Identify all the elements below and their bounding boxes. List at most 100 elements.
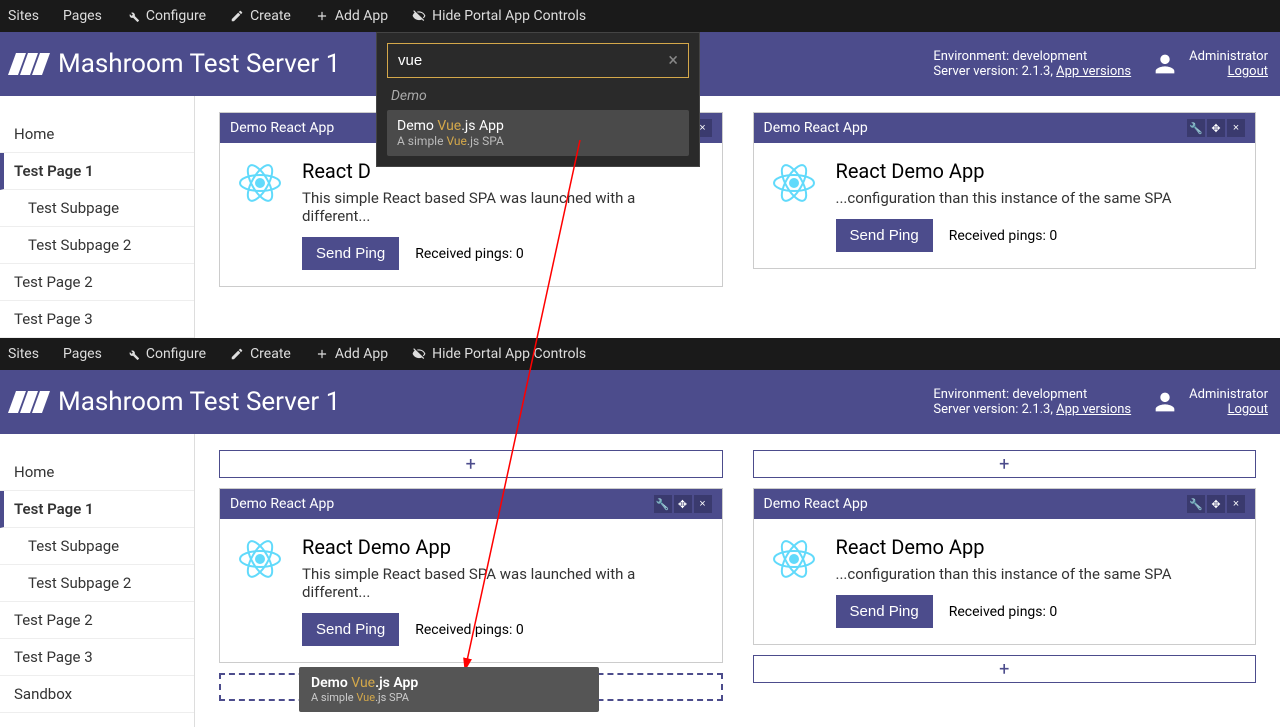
- send-ping-button[interactable]: Send Ping: [302, 237, 399, 270]
- content-top: Demo React App 🔧 ✥ × React D This simple…: [195, 96, 1280, 338]
- result-desc: A simple Vue.js SPA: [397, 134, 679, 148]
- search-input[interactable]: [398, 52, 668, 69]
- add-app-bar[interactable]: +: [219, 450, 723, 478]
- user-icon: [1151, 388, 1179, 416]
- close-button[interactable]: ×: [1227, 119, 1245, 137]
- portal-title: Mashroom Test Server 1: [58, 49, 340, 79]
- sidebar-item[interactable]: Test Page 3: [0, 301, 194, 338]
- sites-menu[interactable]: Sites: [8, 346, 39, 362]
- card-body: React Demo App This simple React based S…: [220, 519, 722, 662]
- logout-link[interactable]: Logout: [1227, 64, 1268, 79]
- add-app-bar[interactable]: +: [753, 450, 1257, 478]
- clear-icon[interactable]: ×: [668, 50, 678, 71]
- hide-controls-menu[interactable]: Hide Portal App Controls: [412, 346, 586, 362]
- user-text: Administrator Logout: [1189, 387, 1268, 417]
- sidebar-item[interactable]: Test Page 1: [0, 491, 194, 528]
- move-button[interactable]: ✥: [1207, 119, 1225, 137]
- create-menu[interactable]: Create: [230, 8, 291, 24]
- add-app-menu[interactable]: Add App: [315, 8, 388, 24]
- result-title: Demo Vue.js App: [397, 118, 679, 134]
- env-info: Environment: development Server version:…: [933, 387, 1131, 417]
- send-ping-button[interactable]: Send Ping: [302, 613, 399, 646]
- admin-toolbar: Sites Pages Configure Create Add App Hid…: [0, 0, 1280, 32]
- btn-row: Send Ping Received pings: 0: [302, 237, 706, 270]
- pings-label: Received pings: 0: [415, 246, 524, 262]
- move-button[interactable]: ✥: [674, 495, 692, 513]
- pages-menu[interactable]: Pages: [63, 346, 102, 362]
- col-left-bottom: + Demo React App 🔧 ✥ × React Demo App: [219, 450, 723, 711]
- sidebar-item[interactable]: Home: [0, 454, 194, 491]
- sidebar-item[interactable]: Test Page 1: [0, 153, 194, 190]
- react-icon: [770, 535, 818, 583]
- close-button[interactable]: ×: [1227, 495, 1245, 513]
- header-right: Environment: development Server version:…: [933, 49, 1268, 79]
- plus-icon: [315, 347, 329, 361]
- send-ping-button[interactable]: Send Ping: [836, 219, 933, 252]
- configure-label: Configure: [146, 8, 206, 24]
- sidebar-item[interactable]: Test Page 2: [0, 602, 194, 639]
- drop-target-bar[interactable]: +: [219, 673, 723, 701]
- react-icon: [236, 159, 284, 207]
- card-header: Demo React App 🔧 ✥ ×: [754, 489, 1256, 519]
- brand: Mashroom Test Server 1: [12, 387, 340, 417]
- wrench-icon: [126, 347, 140, 361]
- bottom-panel: Sites Pages Configure Create Add App Hid…: [0, 338, 1280, 727]
- hide-controls-menu[interactable]: Hide Portal App Controls: [412, 8, 586, 24]
- move-button[interactable]: ✥: [1207, 495, 1225, 513]
- add-app-bar[interactable]: +: [753, 655, 1257, 683]
- sidebar-bottom: HomeTest Page 1Test SubpageTest Subpage …: [0, 434, 195, 727]
- plus-icon: +: [466, 454, 476, 475]
- sidebar-item[interactable]: Home: [0, 116, 194, 153]
- create-menu[interactable]: Create: [230, 346, 291, 362]
- sidebar-item[interactable]: Test Subpage 2: [0, 565, 194, 602]
- app-versions-link[interactable]: App versions: [1056, 402, 1131, 417]
- app-versions-link[interactable]: App versions: [1056, 64, 1131, 79]
- wrench-button[interactable]: 🔧: [654, 495, 672, 513]
- user-block: Administrator Logout: [1151, 49, 1268, 79]
- logout-link[interactable]: Logout: [1227, 402, 1268, 417]
- sites-label: Sites: [8, 8, 39, 24]
- header-right: Environment: development Server version:…: [933, 387, 1268, 417]
- portal-title: Mashroom Test Server 1: [58, 387, 340, 417]
- react-icon: [770, 159, 818, 207]
- sidebar-item[interactable]: Test Page 2: [0, 264, 194, 301]
- wrench-button[interactable]: 🔧: [1187, 119, 1205, 137]
- pings-label: Received pings: 0: [949, 228, 1058, 244]
- top-panel: Sites Pages Configure Create Add App Hid…: [0, 0, 1280, 338]
- version-line: Server version: 2.1.3, App versions: [933, 64, 1131, 79]
- sidebar-item[interactable]: Test Subpage: [0, 190, 194, 227]
- btn-row: Send Ping Received pings: 0: [836, 219, 1172, 252]
- card-controls: 🔧 ✥ ×: [1187, 495, 1245, 513]
- eye-off-icon: [412, 9, 426, 23]
- col-right-bottom: + Demo React App 🔧 ✥ × React Demo App: [753, 450, 1257, 711]
- portal-header: Mashroom Test Server 1 Environment: deve…: [0, 370, 1280, 434]
- user-text: Administrator Logout: [1189, 49, 1268, 79]
- sidebar-item[interactable]: Test Subpage 2: [0, 227, 194, 264]
- plus-icon: +: [999, 454, 1009, 475]
- configure-menu[interactable]: Configure: [126, 8, 206, 24]
- eye-off-icon: [412, 347, 426, 361]
- pencil-icon: [230, 9, 244, 23]
- sidebar-item[interactable]: Test Subpage: [0, 528, 194, 565]
- add-app-menu[interactable]: Add App: [315, 346, 388, 362]
- wrench-button[interactable]: 🔧: [1187, 495, 1205, 513]
- close-button[interactable]: ×: [694, 495, 712, 513]
- send-ping-button[interactable]: Send Ping: [836, 595, 933, 628]
- pages-menu[interactable]: Pages: [63, 8, 102, 24]
- app-desc: ...configuration than this instance of t…: [836, 189, 1172, 207]
- app-search-popup: × Demo Demo Vue.js App A simple Vue.js S…: [376, 32, 700, 167]
- sidebar-item[interactable]: Test Page 3: [0, 639, 194, 676]
- card-body: React Demo App ...configuration than thi…: [754, 519, 1256, 644]
- card-body: React Demo App ...configuration than thi…: [754, 143, 1256, 268]
- card-content: React Demo App ...configuration than thi…: [836, 535, 1172, 628]
- search-result-item[interactable]: Demo Vue.js App A simple Vue.js SPA: [387, 110, 689, 156]
- configure-menu[interactable]: Configure: [126, 346, 206, 362]
- card-react-right: Demo React App 🔧 ✥ × React Demo App ...c…: [753, 112, 1257, 269]
- wrench-icon: [126, 9, 140, 23]
- sites-menu[interactable]: Sites: [8, 8, 39, 24]
- sidebar-item[interactable]: Sandbox: [0, 676, 194, 713]
- card-title: Demo React App: [764, 120, 868, 136]
- card-react-left: Demo React App 🔧 ✥ × React Demo App This…: [219, 488, 723, 663]
- user-icon: [1151, 50, 1179, 78]
- body-bottom: HomeTest Page 1Test SubpageTest Subpage …: [0, 434, 1280, 727]
